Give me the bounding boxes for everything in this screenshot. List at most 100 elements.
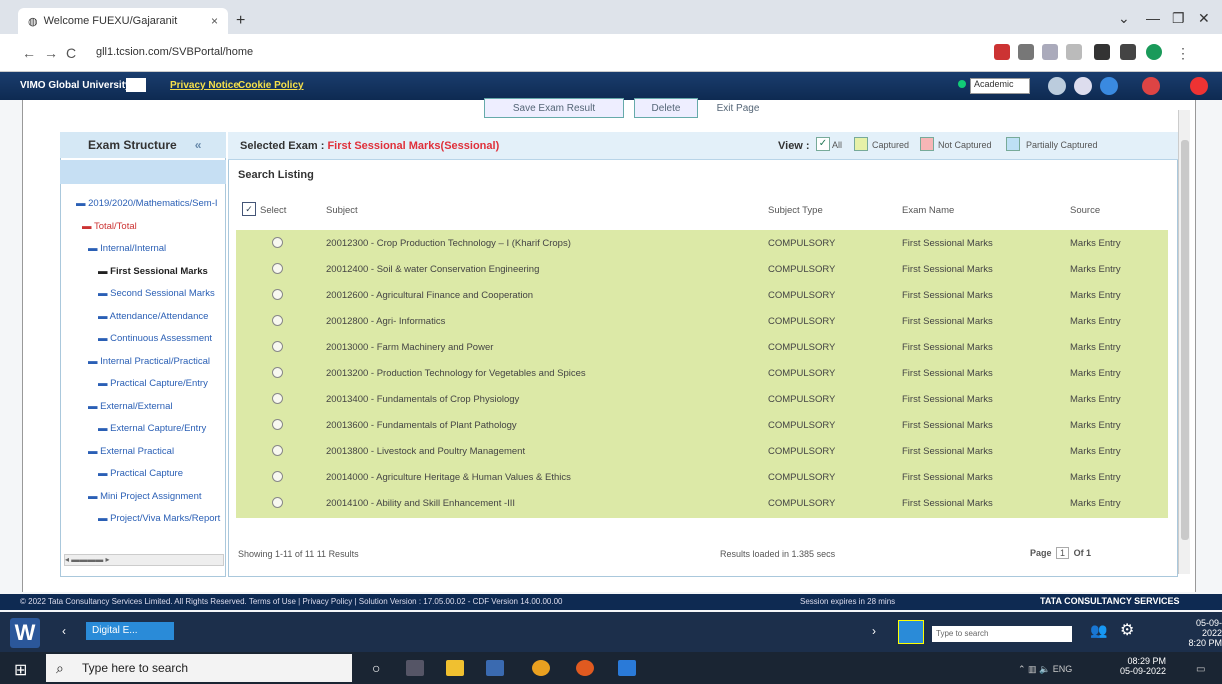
- save-exam-button[interactable]: Save Exam Result: [484, 98, 624, 118]
- remote-desktop-icon[interactable]: [618, 660, 636, 676]
- windows-search-box[interactable]: ⌕ Type here to search: [46, 654, 352, 682]
- task-view-icon[interactable]: [406, 660, 424, 676]
- windows-start-icon[interactable]: ⊞: [14, 660, 27, 680]
- legend-partial-box[interactable]: [1006, 137, 1020, 151]
- firefox-icon[interactable]: [576, 660, 594, 676]
- word-icon[interactable]: W: [10, 618, 40, 648]
- remote-app-icon[interactable]: [898, 620, 924, 644]
- tree-node[interactable]: ▬ Total/Total: [60, 221, 226, 244]
- extension-icon[interactable]: [994, 44, 1010, 60]
- tree-node[interactable]: ▬ Internal/Internal: [60, 243, 226, 266]
- legend-captured-box[interactable]: [854, 137, 868, 151]
- row-select-radio[interactable]: [272, 393, 283, 404]
- row-select-radio[interactable]: [272, 315, 283, 326]
- maximize-button[interactable]: ❐: [1172, 10, 1185, 27]
- table-row[interactable]: 20012300 - Crop Production Technology – …: [236, 230, 1168, 256]
- table-row[interactable]: 20014100 - Ability and Skill Enhancement…: [236, 490, 1168, 516]
- close-window-button[interactable]: ✕: [1198, 10, 1210, 27]
- tree-node[interactable]: ▬ Practical Capture/Entry: [60, 378, 226, 401]
- people-icon[interactable]: 👥: [1090, 622, 1107, 639]
- puzzle-icon[interactable]: [1094, 44, 1110, 60]
- col-subject-type[interactable]: Subject Type: [768, 205, 823, 216]
- file-explorer-icon[interactable]: [446, 660, 464, 676]
- browser-tab[interactable]: ◍ Welcome FUEXU/Gajaranit ×: [18, 8, 228, 34]
- back-button[interactable]: ←: [22, 45, 36, 61]
- home-icon[interactable]: [1048, 77, 1066, 95]
- tree-node[interactable]: ▬ External Practical: [60, 446, 226, 469]
- exit-button[interactable]: Exit Page: [706, 98, 770, 118]
- tab-close-icon[interactable]: ×: [211, 14, 218, 28]
- menu-icon[interactable]: ⋮: [1176, 45, 1190, 62]
- tree-node[interactable]: ▬ Internal Practical/Practical: [60, 356, 226, 379]
- table-row[interactable]: 20013800 - Livestock and Poultry Managem…: [236, 438, 1168, 464]
- col-source[interactable]: Source: [1070, 205, 1100, 216]
- col-exam-name[interactable]: Exam Name: [902, 205, 954, 216]
- row-select-radio[interactable]: [272, 263, 283, 274]
- page-number-input[interactable]: 1: [1056, 547, 1070, 559]
- tree-node[interactable]: ▬ Attendance/Attendance: [60, 311, 226, 334]
- power-icon[interactable]: [1190, 77, 1208, 95]
- gear-icon[interactable]: ⚙: [1120, 620, 1134, 640]
- tree-node[interactable]: ▬ Mini Project Assignment: [60, 491, 226, 514]
- page-scrollbar[interactable]: [1178, 110, 1190, 574]
- row-select-radio[interactable]: [272, 237, 283, 248]
- help-icon[interactable]: [1100, 77, 1118, 95]
- privacy-link[interactable]: Privacy Notice: [170, 80, 239, 91]
- table-row[interactable]: 20012800 - Agri- Informatics COMPULSORY Fi…: [236, 308, 1168, 334]
- tree-node[interactable]: ▬ Practical Capture: [60, 468, 226, 491]
- row-select-radio[interactable]: [272, 341, 283, 352]
- chrome-icon[interactable]: [532, 660, 550, 676]
- remote-search[interactable]: Type to search: [932, 626, 1072, 642]
- exam-structure-filter[interactable]: [60, 160, 226, 184]
- notifications-icon[interactable]: ▭: [1196, 664, 1205, 675]
- cortana-icon[interactable]: ○: [372, 660, 380, 676]
- remote-task-button[interactable]: Digital E...: [86, 622, 174, 640]
- table-row[interactable]: 20012600 - Agricultural Finance and Coop…: [236, 282, 1168, 308]
- star-icon[interactable]: [1066, 44, 1082, 60]
- tree-node[interactable]: ▬ Project/Viva Marks/Report: [60, 513, 226, 536]
- table-row[interactable]: 20014000 - Agriculture Heritage & Human …: [236, 464, 1168, 490]
- row-select-radio[interactable]: [272, 289, 283, 300]
- share-icon[interactable]: [1042, 44, 1058, 60]
- url-field[interactable]: gll1.tcsion.com/SVBPortal/home: [96, 46, 253, 58]
- collapse-icon[interactable]: «: [195, 138, 202, 152]
- extension-icon[interactable]: [1018, 44, 1034, 60]
- notification-icon[interactable]: [1142, 77, 1160, 95]
- reload-button[interactable]: C: [66, 45, 76, 61]
- system-tray[interactable]: ⌃ ▥ 🔈 ENG: [1018, 664, 1072, 675]
- row-select-radio[interactable]: [272, 367, 283, 378]
- role-select[interactable]: Academic: [970, 78, 1030, 94]
- tree-scrollbar[interactable]: ◂ ▬▬▬▬ ▸: [64, 554, 224, 566]
- tree-node[interactable]: ▬ 2019/2020/Mathematics/Sem-I: [60, 198, 226, 221]
- tree-node[interactable]: ▬ Continuous Assessment: [60, 333, 226, 356]
- new-tab-button[interactable]: +: [236, 12, 245, 30]
- view-all-checkbox[interactable]: ✓: [816, 137, 830, 151]
- store-icon[interactable]: [486, 660, 504, 676]
- forward-button[interactable]: →: [44, 45, 58, 61]
- tree-node[interactable]: ▬ External Capture/Entry: [60, 423, 226, 446]
- table-row[interactable]: 20013400 - Fundamentals of Crop Physiolo…: [236, 386, 1168, 412]
- minimize-button[interactable]: —: [1146, 10, 1160, 26]
- profile-avatar[interactable]: [1146, 44, 1162, 60]
- col-subject[interactable]: Subject: [326, 205, 358, 216]
- table-row[interactable]: 20013200 - Production Technology for Veg…: [236, 360, 1168, 386]
- tree-node[interactable]: ▬ Second Sessional Marks: [60, 288, 226, 311]
- row-select-radio[interactable]: [272, 471, 283, 482]
- row-select-radio[interactable]: [272, 497, 283, 508]
- row-select-radio[interactable]: [272, 419, 283, 430]
- legend-not-captured-box[interactable]: [920, 137, 934, 151]
- tree-node[interactable]: ▬ External/External: [60, 401, 226, 424]
- delete-button[interactable]: Delete: [634, 98, 698, 118]
- tree-node-current[interactable]: ▬ First Sessional Marks: [60, 266, 226, 289]
- chevron-right-icon[interactable]: ›: [872, 624, 876, 638]
- table-row[interactable]: 20013000 - Farm Machinery and Power COMPU…: [236, 334, 1168, 360]
- chevron-down-icon[interactable]: ⌄: [1118, 10, 1130, 27]
- select-all-checkbox[interactable]: ✓: [242, 202, 256, 216]
- tools-icon[interactable]: [1074, 77, 1092, 95]
- table-row[interactable]: 20013600 - Fundamentals of Plant Patholo…: [236, 412, 1168, 438]
- chevron-left-icon[interactable]: ‹: [62, 624, 66, 638]
- sidebar-icon[interactable]: [1120, 44, 1136, 60]
- row-select-radio[interactable]: [272, 445, 283, 456]
- cookie-link[interactable]: Cookie Policy: [238, 80, 304, 91]
- table-row[interactable]: 20012400 - Soil & water Conservation Eng…: [236, 256, 1168, 282]
